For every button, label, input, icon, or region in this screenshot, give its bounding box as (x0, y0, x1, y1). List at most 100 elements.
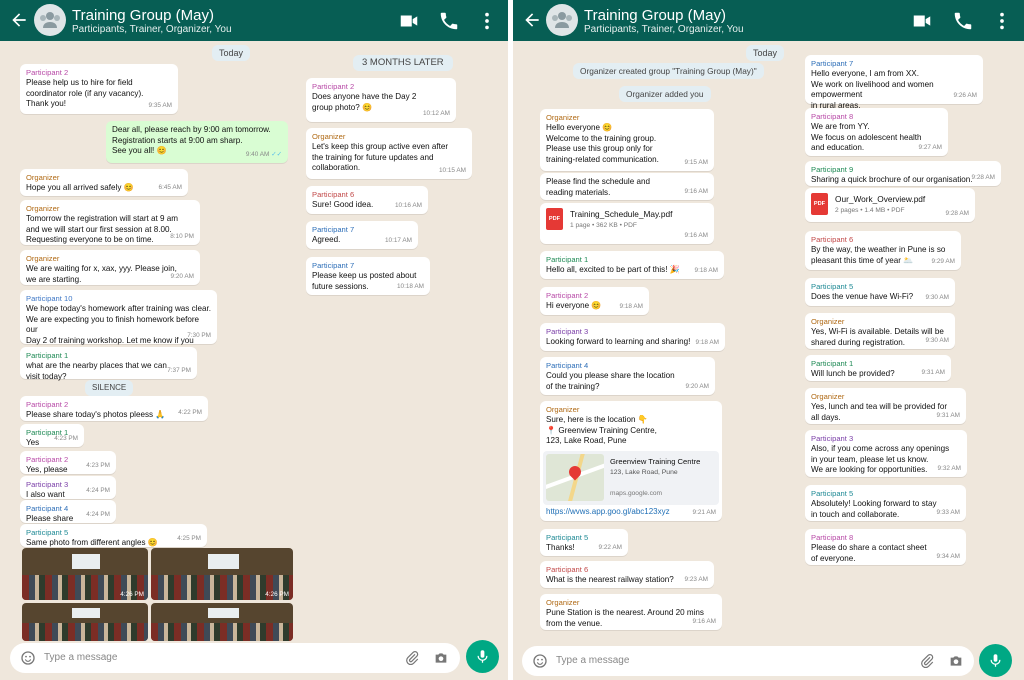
message-time: 4:24 PM (86, 510, 110, 518)
chat-subtitle[interactable]: Participants, Trainer, Organizer, You (72, 24, 232, 35)
message-bubble-outgoing[interactable]: Dear all, please reach by 9:00 am tomorr… (106, 121, 288, 163)
sender-name: Organizer (811, 392, 845, 401)
attach-icon[interactable] (919, 653, 935, 669)
message-bubble[interactable]: Participant 3 I also want 4:24 PM (20, 476, 116, 499)
back-arrow-icon[interactable] (522, 8, 542, 32)
message-bubble[interactable]: Participant 2 Please help us to hire for… (20, 64, 178, 114)
message-bubble[interactable]: Participant 5 Thanks! 9:22 AM (540, 529, 628, 556)
shared-photo[interactable]: 4:26 PM (22, 548, 148, 600)
message-input-placeholder[interactable]: Type a message (44, 652, 117, 663)
map-address: 123, Lake Road, Pune (610, 469, 678, 476)
shared-photo[interactable] (22, 603, 148, 641)
video-call-icon[interactable] (398, 10, 420, 32)
mic-button[interactable] (979, 644, 1012, 677)
message-bubble[interactable]: Participant 3 Looking forward to learnin… (540, 323, 725, 351)
location-message[interactable]: Organizer Sure, here is the location 👇 📍… (540, 401, 722, 521)
message-bubble[interactable]: Participant 2 Yes, please 4:23 PM (20, 451, 116, 474)
message-bubble[interactable]: Participant 2 Hi everyone 😊 9:18 AM (540, 287, 649, 315)
mic-button[interactable] (466, 640, 499, 673)
phone-icon[interactable] (438, 10, 460, 32)
message-bubble[interactable]: Organizer Hope you all arrived safely 😊 … (20, 169, 188, 196)
message-bubble[interactable]: Participant 2 Does anyone have the Day 2… (306, 78, 456, 122)
message-bubble[interactable]: Organizer We are waiting for x, xax, yyy… (20, 250, 200, 285)
more-vert-icon[interactable] (476, 10, 498, 32)
attach-icon[interactable] (404, 650, 420, 666)
message-bubble[interactable]: Participant 5 Does the venue have Wi-Fi?… (805, 278, 955, 306)
shared-photo[interactable] (151, 603, 293, 641)
group-avatar-icon[interactable] (546, 4, 578, 36)
message-bubble[interactable]: Participant 10 We hope today's homework … (20, 290, 217, 355)
message-time: 4:22 PM (178, 408, 202, 416)
message-bubble[interactable]: Participant 9 Sharing a quick brochure o… (805, 161, 1001, 186)
camera-icon[interactable] (433, 650, 449, 666)
emoji-icon[interactable] (532, 653, 548, 669)
message-time: 9:28 AM (971, 173, 995, 181)
message-bubble[interactable]: Participant 1 Hello all, excited to be p… (540, 251, 724, 279)
right-chat-screen: Training Group (May) Participants, Train… (513, 0, 1024, 680)
message-bubble[interactable]: Participant 3 Also, if you come across a… (805, 430, 967, 477)
back-arrow-icon[interactable] (9, 8, 29, 32)
message-text: Could you please share the location of t… (546, 371, 675, 391)
message-text: Hello all, excited to be part of this! 🎉 (546, 265, 680, 274)
pdf-attachment[interactable]: PDF Training_Schedule_May.pdf 1 page • 3… (540, 203, 714, 244)
message-time: 9:16 AM (684, 231, 708, 239)
sender-name: Participant 4 (546, 361, 589, 370)
message-bubble[interactable]: Organizer Let's keep this group active e… (306, 128, 472, 179)
message-bubble[interactable]: Participant 6 What is the nearest railwa… (540, 561, 714, 588)
date-divider-today: Today (746, 45, 785, 61)
phone-icon[interactable] (952, 10, 974, 32)
shared-photo[interactable]: 4:26 PM (151, 548, 293, 600)
message-input-placeholder[interactable]: Type a message (556, 655, 629, 666)
message-time: 9:30 AM (925, 336, 949, 344)
message-bubble[interactable]: Participant 4 Please share 4:24 PM (20, 500, 116, 523)
message-bubble[interactable]: Participant 2 Please share today's photo… (20, 396, 208, 421)
message-bubble[interactable]: Participant 6 Sure! Good idea. 10:16 AM (306, 186, 428, 214)
message-time: 9:23 AM (684, 575, 708, 583)
message-bubble[interactable]: Organizer Yes, Wi-Fi is available. Detai… (805, 313, 955, 349)
group-avatar-icon[interactable] (34, 4, 66, 36)
message-time: 6:45 AM (158, 183, 182, 191)
chat-subtitle[interactable]: Participants, Trainer, Organizer, You (584, 24, 744, 35)
message-bubble[interactable]: Participant 5 Same photo from different … (20, 524, 207, 547)
message-bubble[interactable]: Participant 8 Please do share a contact … (805, 529, 966, 565)
sender-name: Organizer (546, 405, 580, 414)
message-bubble[interactable]: Organizer Tomorrow the registration will… (20, 200, 200, 245)
message-time: 9:18 AM (694, 266, 718, 274)
sender-name: Participant 7 (312, 225, 355, 234)
message-bubble[interactable]: Participant 1 Yes 4:23 PM (20, 424, 84, 447)
message-bubble[interactable]: Participant 6 By the way, the weather in… (805, 231, 961, 270)
camera-icon[interactable] (948, 653, 964, 669)
message-time: 9:15 AM (684, 158, 708, 166)
message-time: 9:16 AM (692, 617, 716, 625)
message-bubble[interactable]: Organizer Pune Station is the nearest. A… (540, 594, 722, 630)
message-time: 9:32 AM (937, 464, 961, 472)
photo-time: 4:26 PM (265, 591, 289, 598)
video-call-icon[interactable] (911, 10, 933, 32)
message-bubble[interactable]: Participant 1 what are the nearby places… (20, 347, 197, 381)
chat-title[interactable]: Training Group (May) (584, 7, 726, 24)
map-preview[interactable]: Greenview Training Centre 123, Lake Road… (543, 451, 719, 505)
message-bubble[interactable]: Organizer Yes, lunch and tea will be pro… (805, 388, 966, 424)
message-bubble[interactable]: Participant 7 Agreed. 10:17 AM (306, 221, 418, 249)
chat-title[interactable]: Training Group (May) (72, 7, 214, 24)
message-bubble[interactable]: Please find the schedule and reading mat… (540, 173, 714, 200)
message-bubble[interactable]: Participant 7 Hello everyone, I am from … (805, 55, 983, 110)
message-bubble[interactable]: Participant 1 Will lunch be provided? 9:… (805, 355, 951, 381)
left-chat-screen: Training Group (May) Participants, Train… (0, 0, 508, 680)
sender-name: Participant 5 (811, 282, 854, 291)
map-link[interactable]: https://wvws.app.goo.gl/abc123xyz (546, 507, 670, 518)
message-input-bar[interactable]: Type a message (522, 646, 974, 676)
emoji-icon[interactable] (20, 650, 36, 666)
pdf-attachment[interactable]: PDF Our_Work_Overview.pdf 2 pages • 1.4 … (805, 188, 975, 222)
sender-name: Participant 5 (811, 489, 854, 498)
file-meta: 2 pages • 1.4 MB • PDF (835, 207, 905, 214)
message-bubble[interactable]: Participant 8 We are from YY. We focus o… (805, 108, 948, 156)
message-bubble[interactable]: Organizer Hello everyone 😊 Welcome to th… (540, 109, 714, 171)
message-bubble[interactable]: Participant 7 Please keep us posted abou… (306, 257, 430, 295)
message-bubble[interactable]: Participant 5 Absolutely! Looking forwar… (805, 485, 966, 521)
message-input-bar[interactable]: Type a message (10, 643, 460, 673)
more-vert-icon[interactable] (991, 10, 1013, 32)
message-bubble[interactable]: Participant 4 Could you please share the… (540, 357, 715, 395)
pdf-icon: PDF (811, 193, 828, 215)
message-time: 9:27 AM (918, 143, 942, 151)
